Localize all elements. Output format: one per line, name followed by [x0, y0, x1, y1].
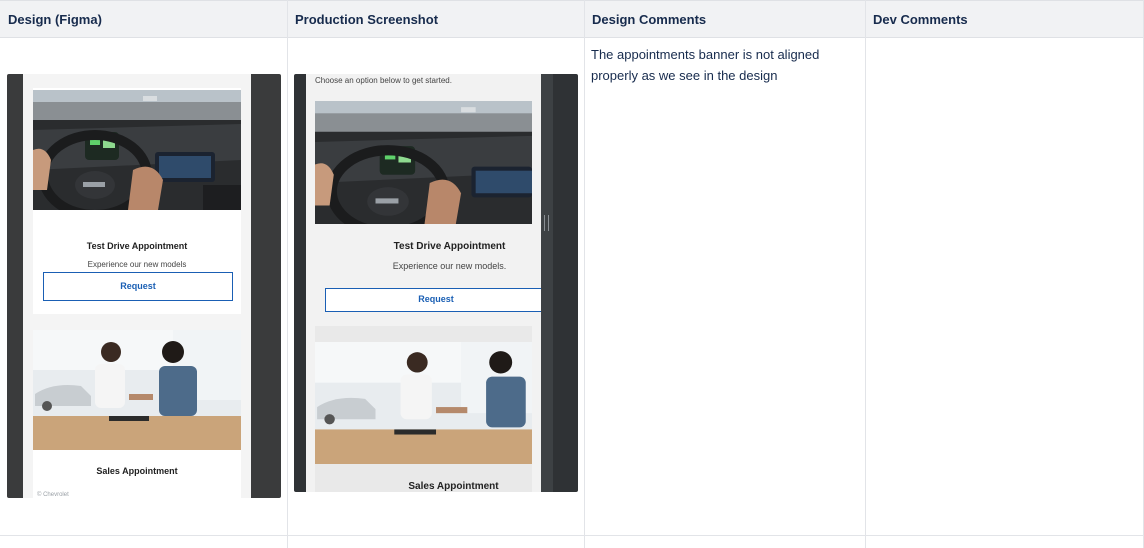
car-interior-photo — [315, 101, 532, 224]
test-drive-subtitle: Experience our new models — [87, 260, 187, 269]
sales-appointment-title: Sales Appointment — [408, 481, 499, 492]
design-comment-text[interactable]: The appointments banner is not aligned p… — [591, 44, 851, 86]
dealership-photo — [33, 330, 241, 450]
figma-design-image[interactable]: Test Drive Appointment Experience our ne… — [7, 74, 281, 498]
scrollbar[interactable] — [541, 74, 553, 492]
test-drive-title: Test Drive Appointment — [393, 241, 506, 252]
column-divider — [287, 0, 288, 548]
intro-text: Choose an option below to get started. — [315, 76, 452, 85]
car-interior-illustration — [33, 90, 241, 210]
test-drive-subtitle: Experience our new models. — [392, 261, 507, 271]
test-drive-card: Test Drive Appointment Experience our ne… — [33, 88, 241, 314]
column-divider — [865, 0, 866, 548]
figma-phone-screen: Test Drive Appointment Experience our ne… — [23, 74, 251, 498]
sales-card: Sales Appointment — [33, 330, 241, 498]
column-header-design[interactable]: Design (Figma) — [0, 1, 287, 38]
row-divider — [0, 535, 1144, 536]
dealership-illustration — [315, 342, 532, 464]
footer-text: © Chevrolet — [37, 492, 69, 498]
column-header-dev-comments[interactable]: Dev Comments — [865, 1, 1144, 38]
drag-handle-icon[interactable] — [544, 215, 549, 231]
column-header-production[interactable]: Production Screenshot — [287, 1, 584, 38]
dealership-photo — [315, 342, 532, 464]
production-phone-screen: Choose an option below to get started. T… — [306, 74, 541, 492]
request-button[interactable]: Request — [325, 288, 541, 312]
sales-card: Sales Appointment — [315, 326, 532, 492]
car-interior-illustration — [315, 101, 532, 224]
column-divider — [584, 0, 585, 548]
car-interior-photo — [33, 90, 241, 210]
table-header-row: Design (Figma) Production Screenshot Des… — [0, 0, 1144, 38]
sales-appointment-title: Sales Appointment — [96, 466, 178, 476]
comparison-table: Design (Figma) Production Screenshot Des… — [0, 0, 1144, 548]
request-button[interactable]: Request — [43, 272, 233, 301]
test-drive-title: Test Drive Appointment — [86, 241, 188, 251]
column-header-design-comments[interactable]: Design Comments — [584, 1, 865, 38]
dealership-illustration — [33, 330, 241, 450]
production-screenshot-image[interactable]: Choose an option below to get started. T… — [294, 74, 578, 492]
